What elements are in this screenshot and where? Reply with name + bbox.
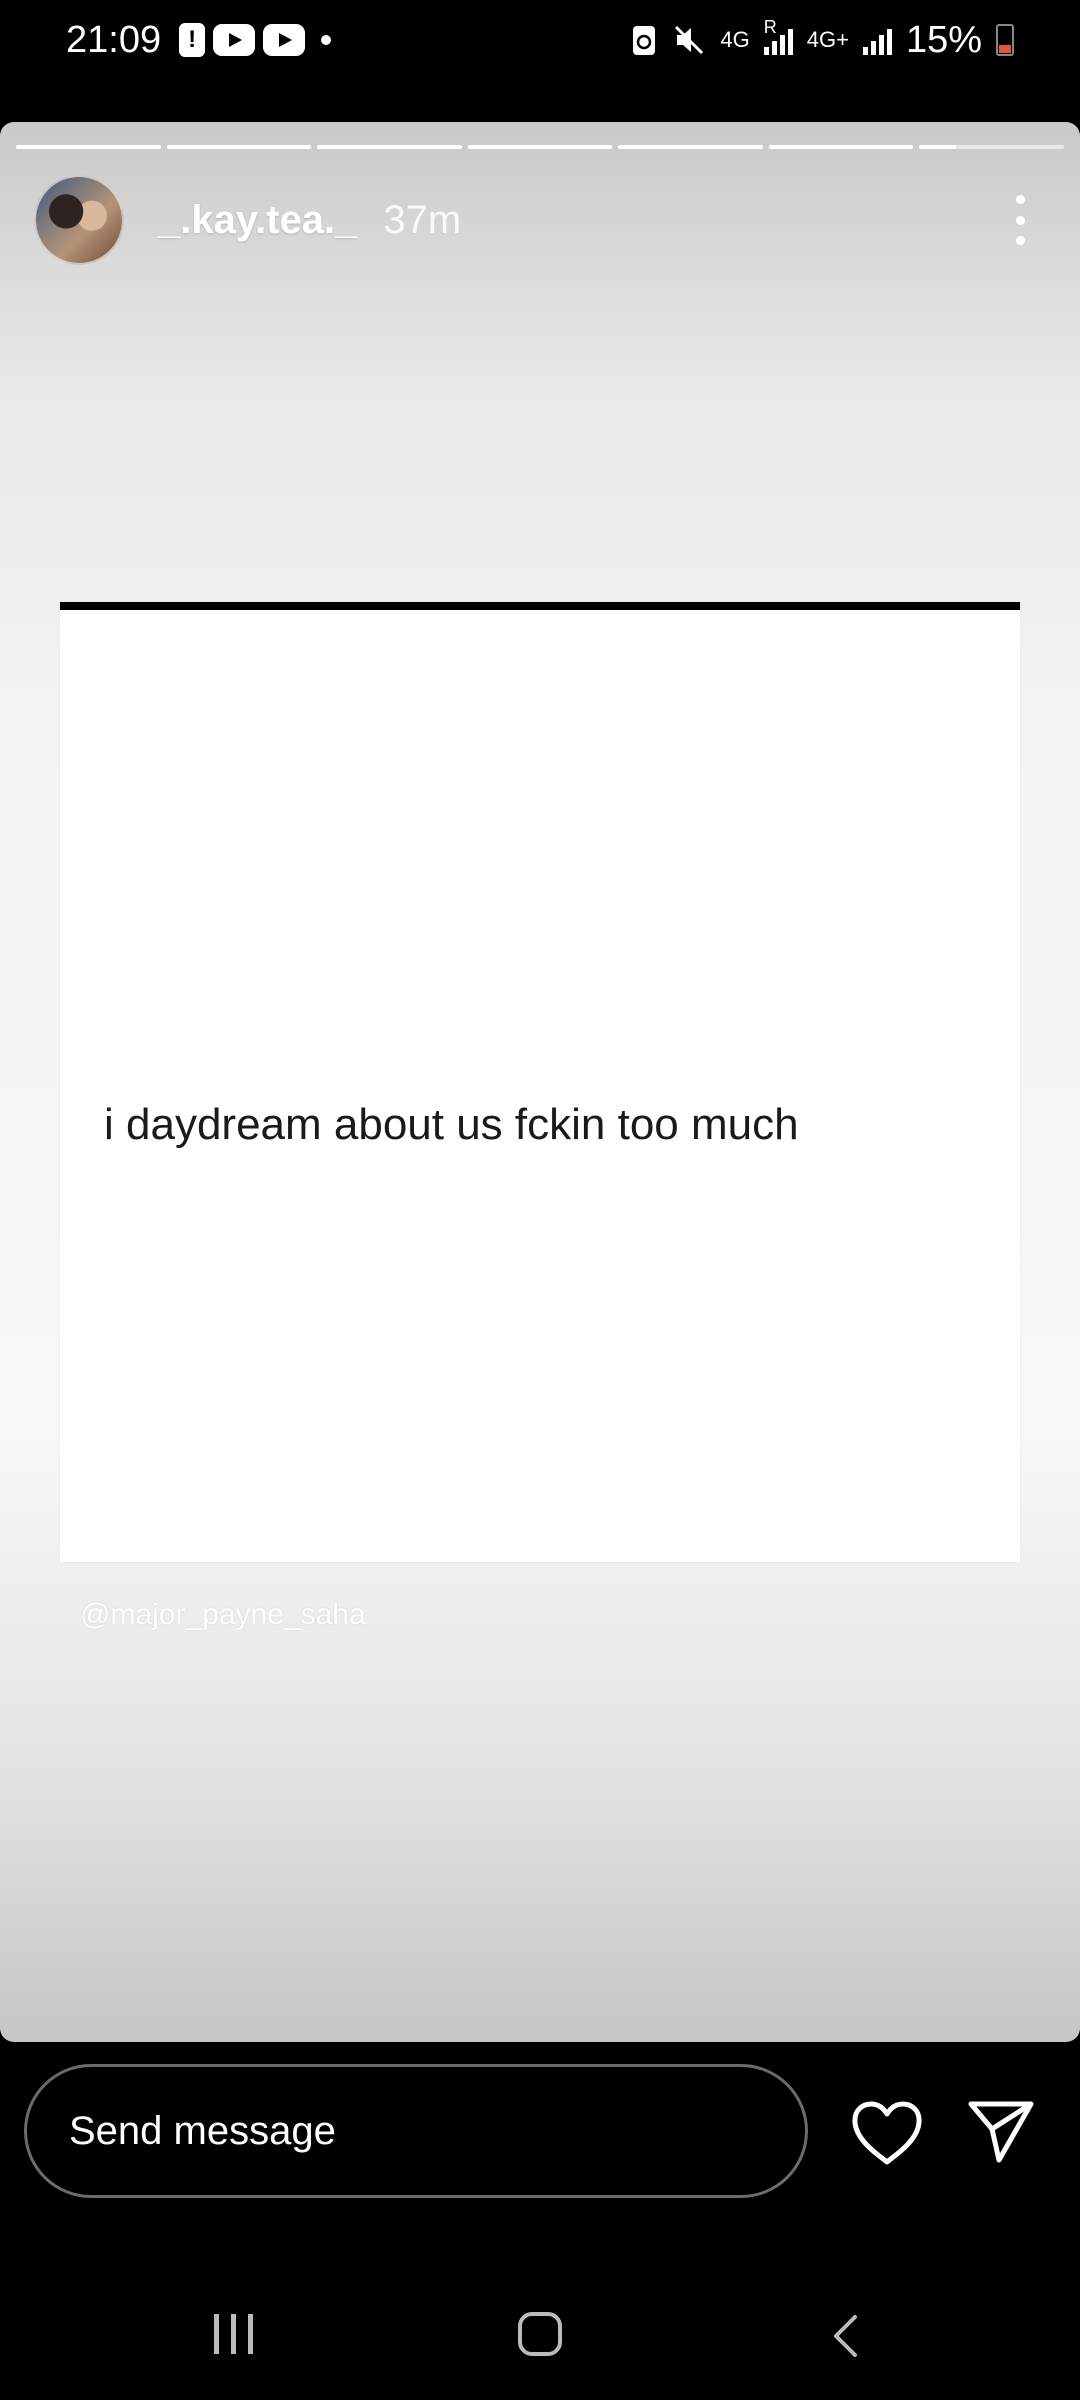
network-type-2: 4G+ <box>806 27 849 52</box>
alert-icon: ! <box>179 23 206 57</box>
home-icon[interactable] <box>518 2312 562 2356</box>
notification-icons: ! <box>179 23 332 57</box>
dot-icon <box>321 35 332 45</box>
signal-icon <box>862 25 892 55</box>
heart-icon[interactable] <box>850 2100 924 2166</box>
roaming-label: R <box>763 17 777 37</box>
progress-segment <box>768 145 914 149</box>
progress-segment <box>317 145 462 149</box>
story-timestamp: 37m <box>383 197 462 242</box>
send-icon[interactable] <box>966 2096 1036 2166</box>
avatar[interactable] <box>34 175 124 265</box>
status-time: 21:09 <box>66 18 162 61</box>
post-card: i daydream about us fckin too much <box>60 602 1020 1562</box>
back-icon[interactable] <box>830 2314 860 2358</box>
more-options-icon[interactable] <box>1010 195 1030 245</box>
progress-segment <box>618 145 763 149</box>
progress-segment-fill <box>317 145 462 149</box>
progress-segment <box>16 145 161 149</box>
battery-saver-icon <box>633 26 656 55</box>
progress-segment <box>919 145 1065 149</box>
post-text: i daydream about us fckin too much <box>104 1100 799 1149</box>
progress-segment-fill <box>919 145 956 149</box>
youtube-icon <box>213 24 256 56</box>
system-icons: 4G R 4G+ 15% <box>630 17 1014 62</box>
progress-segment-fill <box>16 145 161 149</box>
story-progress-bar <box>16 145 1065 149</box>
progress-segment-fill <box>768 145 914 149</box>
story-header: _.kay.tea._ 37m <box>34 174 1050 266</box>
mute-icon <box>675 25 704 55</box>
story-username[interactable]: _.kay.tea._ <box>158 198 357 243</box>
story-viewer[interactable]: _.kay.tea._ 37m i daydream about us fcki… <box>0 122 1080 2042</box>
network-type-1: 4G <box>720 27 750 52</box>
youtube-icon <box>263 24 306 56</box>
send-message-input[interactable] <box>24 2064 808 2198</box>
signal-icon: R <box>763 17 793 55</box>
battery-percent: 15% <box>905 18 982 61</box>
mention-sticker[interactable]: @major_payne_saha <box>80 1598 366 1632</box>
status-bar: 21:09 ! 4G R 4G+ 15% <box>0 0 1080 80</box>
reply-bar <box>0 2040 1080 2260</box>
progress-segment <box>467 145 613 149</box>
progress-segment <box>166 145 312 149</box>
recent-apps-icon[interactable] <box>214 2314 253 2354</box>
battery-icon <box>996 24 1014 56</box>
progress-segment-fill <box>166 145 312 149</box>
navigation-bar <box>0 2270 1080 2400</box>
progress-segment-fill <box>618 145 763 149</box>
screen: 21:09 ! 4G R 4G+ 15% _.kay.tea._ 37m i d… <box>0 0 1080 2400</box>
progress-segment-fill <box>467 145 613 149</box>
